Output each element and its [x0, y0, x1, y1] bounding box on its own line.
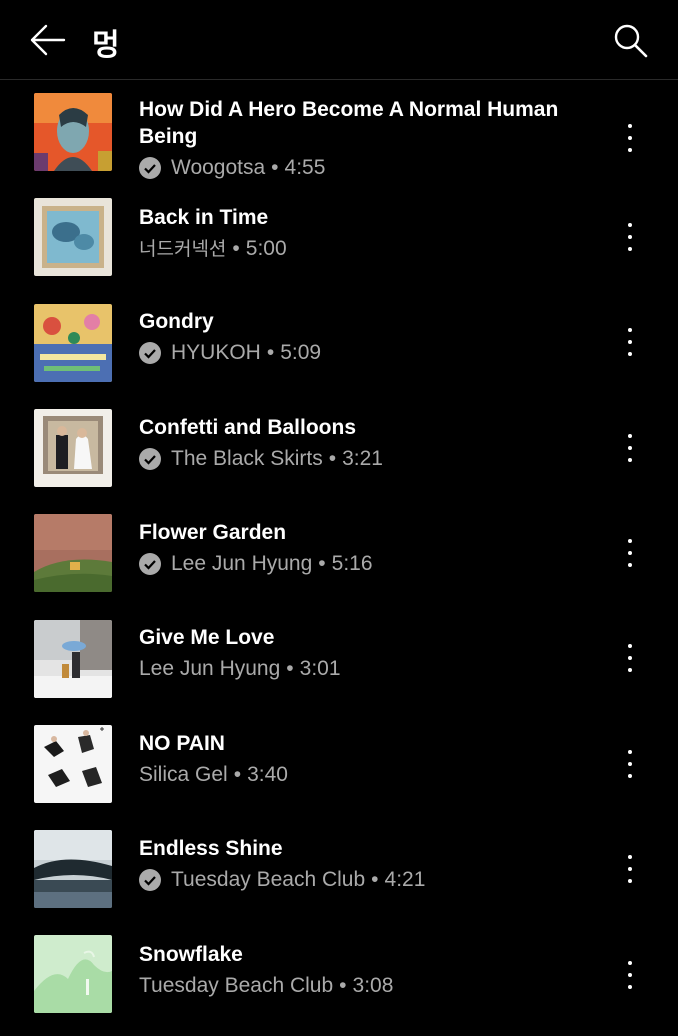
- song-title: Back in Time: [139, 206, 269, 229]
- separator: •: [271, 156, 279, 179]
- artist-name: Woogotsa: [171, 156, 266, 179]
- song-row[interactable]: Back in Time 너드커넥션 • 5:00: [0, 194, 678, 298]
- search-icon: [614, 24, 648, 58]
- separator: •: [328, 447, 337, 470]
- separator: •: [286, 657, 294, 680]
- song-meta: Silica Gel • 3:40: [139, 761, 589, 789]
- song-info: Back in Time 너드커넥션 • 5:00: [139, 204, 589, 263]
- song-meta: Lee Jun Hyung • 3:01: [139, 655, 589, 683]
- song-meta: Lee Jun Hyung • 5:16: [139, 550, 589, 578]
- artist-name: 너드커넥션: [139, 238, 227, 260]
- page-title: 멍: [92, 28, 120, 63]
- artist-name: The Black Skirts: [171, 447, 323, 470]
- more-options-button[interactable]: [618, 849, 642, 889]
- check-circle-icon: [139, 448, 161, 470]
- more-options-button[interactable]: [618, 955, 642, 995]
- song-info: NO PAIN Silica Gel • 3:40: [139, 730, 589, 789]
- separator: •: [339, 974, 347, 997]
- album-art: [34, 935, 112, 1013]
- duration: 3:01: [299, 657, 341, 680]
- duration: 5:16: [331, 552, 373, 575]
- song-row[interactable]: NO PAIN Silica Gel • 3:40: [0, 721, 678, 825]
- duration: 5:09: [280, 341, 322, 364]
- song-row[interactable]: Endless Shine Tuesday Beach Club • 4:21: [0, 826, 678, 930]
- album-art: [34, 93, 112, 171]
- arrow-left-icon: [30, 24, 66, 56]
- album-art: [34, 620, 112, 698]
- song-row[interactable]: Gondry HYUKOH • 5:09: [0, 299, 678, 403]
- artist-name: HYUKOH: [171, 341, 261, 364]
- separator: •: [232, 237, 240, 260]
- song-title: Confetti and Balloons: [139, 416, 356, 439]
- song-title: Give Me Love: [139, 626, 275, 649]
- separator: •: [233, 763, 242, 786]
- song-info: Snowflake Tuesday Beach Club • 3:08: [139, 941, 589, 1000]
- duration: 4:21: [384, 868, 426, 891]
- song-row[interactable]: Confetti and Balloons The Black Skirts • 3…: [0, 405, 678, 509]
- song-row[interactable]: Snowflake Tuesday Beach Club • 3:08: [0, 932, 678, 1036]
- song-meta: The Black Skirts • 3:21: [139, 445, 589, 473]
- check-circle-icon: [139, 553, 161, 575]
- song-title: How Did A Hero Become A Normal Human: [139, 98, 559, 121]
- more-options-button[interactable]: [618, 428, 642, 468]
- song-info: Confetti and Balloons The Black Skirts • 3…: [139, 414, 589, 473]
- song-title: NO PAIN: [139, 732, 225, 755]
- song-meta: 너드커넥션 • 5:00: [139, 235, 589, 263]
- song-info: How Did A Hero Become A Normal Human Bei…: [139, 96, 589, 182]
- album-art: [34, 830, 112, 908]
- album-art: [34, 198, 112, 276]
- song-info: Give Me Love Lee Jun Hyung • 3:01: [139, 624, 589, 683]
- song-info: Gondry HYUKOH • 5:09: [139, 308, 589, 367]
- album-art: [34, 514, 112, 592]
- artist-name: Tuesday Beach Club: [139, 974, 334, 997]
- song-row[interactable]: Give Me Love Lee Jun Hyung • 3:01: [0, 615, 678, 719]
- album-art: [34, 304, 112, 382]
- song-info: Flower Garden Lee Jun Hyung • 5:16: [139, 519, 589, 578]
- song-info: Endless Shine Tuesday Beach Club • 4:21: [139, 835, 589, 894]
- search-button[interactable]: [612, 22, 650, 60]
- separator: •: [266, 341, 275, 364]
- album-art: [34, 725, 112, 803]
- song-meta: Tuesday Beach Club • 4:21: [139, 866, 589, 894]
- more-options-button[interactable]: [618, 744, 642, 784]
- song-title: Gondry: [139, 310, 214, 333]
- separator: •: [318, 552, 326, 575]
- duration: 3:40: [247, 763, 288, 786]
- more-options-button[interactable]: [618, 533, 642, 573]
- duration: 4:55: [284, 156, 326, 179]
- more-options-button[interactable]: [618, 118, 642, 158]
- check-circle-icon: [139, 157, 161, 179]
- more-options-button[interactable]: [618, 217, 642, 257]
- song-meta: Tuesday Beach Club • 3:08: [139, 972, 589, 1000]
- separator: •: [371, 868, 379, 891]
- duration: 3:21: [342, 447, 383, 470]
- song-row[interactable]: Flower Garden Lee Jun Hyung • 5:16: [0, 510, 678, 614]
- more-options-button[interactable]: [618, 322, 642, 362]
- artist-name: Lee Jun Hyung: [139, 657, 281, 680]
- song-title: Snowflake: [139, 943, 243, 966]
- artist-name: Silica Gel: [139, 763, 228, 786]
- artist-name: Lee Jun Hyung: [171, 552, 313, 575]
- song-title: Endless Shine: [139, 837, 283, 860]
- check-circle-icon: [139, 342, 161, 364]
- more-options-button[interactable]: [618, 638, 642, 678]
- song-meta: Woogotsa • 4:55: [139, 154, 589, 182]
- song-row[interactable]: How Did A Hero Become A Normal Human Bei…: [0, 88, 678, 192]
- duration: 3:08: [352, 974, 394, 997]
- song-title: Flower Garden: [139, 521, 287, 544]
- duration: 5:00: [245, 237, 287, 260]
- song-meta: HYUKOH • 5:09: [139, 339, 589, 367]
- back-button[interactable]: [28, 22, 68, 58]
- artist-name: Tuesday Beach Club: [171, 868, 366, 891]
- album-art: [34, 409, 112, 487]
- app-bar: 멍: [0, 0, 678, 80]
- check-circle-icon: [139, 869, 161, 891]
- song-title-continued: Being: [139, 125, 198, 148]
